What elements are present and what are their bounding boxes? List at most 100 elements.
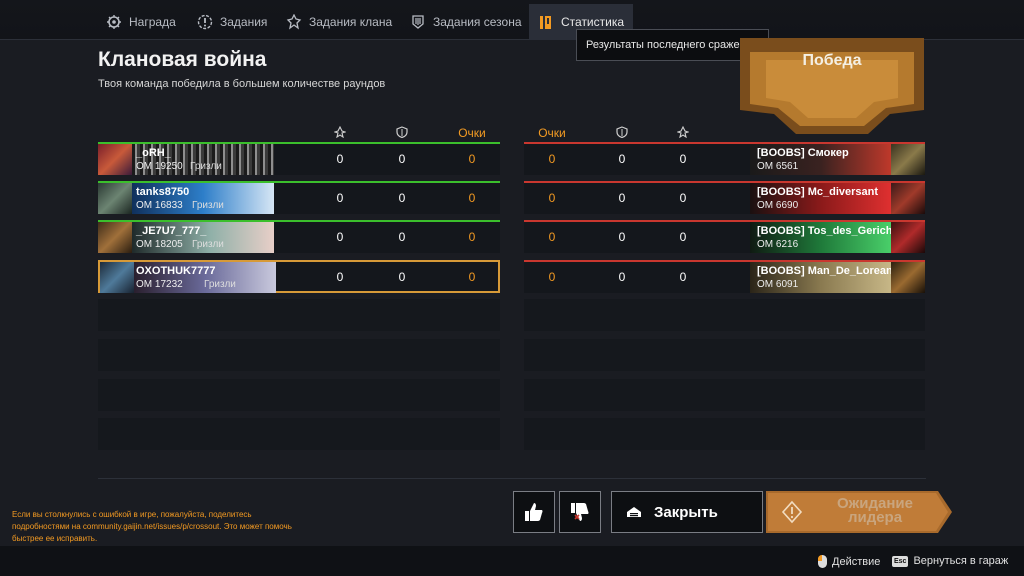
points-value: 0 [468, 152, 476, 166]
player-rating: ОМ 18205 [136, 239, 183, 250]
avatar [98, 222, 132, 253]
column-assists-right [602, 126, 642, 141]
tab-season-tasks[interactable]: Задания сезона [401, 4, 531, 40]
kills-value: 0 [679, 230, 687, 244]
book-icon [538, 14, 554, 30]
thumbs-up-icon [525, 503, 543, 521]
kills-value: 0 [679, 191, 687, 205]
player-rank: Гризли [204, 279, 236, 290]
assists-value: 0 [618, 191, 626, 205]
back-to-garage-hint[interactable]: Esc Вернуться в гараж [892, 555, 1008, 567]
player-rank: Гризли [192, 239, 224, 250]
avatar [98, 183, 132, 214]
team-left-row[interactable]: _JE7U7_777_ ОМ 18205 Гризли 0 0 0 [98, 220, 500, 253]
points-value: 0 [468, 230, 476, 244]
kills-value: 0 [336, 152, 344, 166]
column-points-right: Очки [538, 126, 566, 140]
player-name: tanks8750 [136, 186, 190, 198]
player-rating: ОМ 6690 [757, 200, 799, 211]
tab-label: Статистика [561, 15, 625, 29]
player-rating: ОМ 6216 [757, 239, 799, 250]
column-points: Очки [458, 126, 486, 140]
team-right-row[interactable]: 0 0 0 [BOOBS] Смокер ОМ 6561 [524, 142, 925, 175]
kills-value: 0 [336, 270, 344, 284]
page-title: Клановая война [98, 48, 267, 71]
avatar [891, 183, 925, 214]
player-rating: ОМ 6561 [757, 161, 799, 172]
player-rating: ОМ 17232 [136, 279, 183, 290]
avatar [891, 262, 925, 293]
skull-cross-icon [333, 125, 347, 139]
page-subtitle: Твоя команда победила в большем количест… [98, 78, 386, 90]
close-button-label: Закрыть [654, 503, 718, 521]
assists-value: 0 [618, 270, 626, 284]
shield-icon [396, 126, 408, 139]
waiting-leader-label: Ожидание лидера [836, 495, 913, 526]
team-right-row[interactable]: 0 0 0 [BOOBS] Tos_des_Gericht ОМ 6216 [524, 220, 925, 253]
team-right-row[interactable]: 0 0 0 [BOOBS] Man_De_Lorean ОМ 6091 [524, 260, 925, 293]
tab-reward[interactable]: Награда [97, 4, 185, 40]
player-name: [BOOBS] Man_De_Lorean [757, 265, 893, 277]
error-report-note: Если вы столкнулись с ошибкой в игре, по… [12, 510, 292, 543]
player-rating: ОМ 16833 [136, 200, 183, 211]
empty-slot [524, 299, 925, 331]
action-hint[interactable]: Действие [818, 555, 880, 568]
tab-label: Награда [129, 15, 176, 29]
player-rank: Гризли [190, 161, 222, 172]
kills-value: 0 [679, 270, 687, 284]
action-label: Действие [832, 555, 881, 568]
empty-slot [98, 299, 500, 331]
garage-icon [627, 507, 641, 517]
tab-label: Задания клана [309, 15, 393, 29]
tab-label: Задания сезона [433, 15, 522, 29]
assists-value: 0 [398, 270, 406, 284]
assists-value: 0 [618, 230, 626, 244]
tab-label: Задания [220, 15, 268, 29]
exclamation-gear-icon [197, 14, 213, 30]
empty-slot [98, 418, 500, 450]
player-name: [BOOBS] Tos_des_Gericht [757, 225, 897, 237]
column-kills-right [663, 125, 703, 141]
flame-icon [286, 14, 302, 30]
player-name: _JE7U7_777_ [136, 225, 207, 237]
like-button[interactable] [513, 491, 555, 533]
points-value: 0 [548, 230, 556, 244]
close-button[interactable]: Закрыть [611, 491, 763, 533]
team-left-row-self[interactable]: OXOTHUK7777 ОМ 17232 Гризли 0 0 0 [98, 260, 500, 293]
team-right-row[interactable]: 0 0 0 [BOOBS] Mc_diversant ОМ 6690 [524, 181, 925, 214]
team-left-row[interactable]: _oRH_ ОМ 19250 Гризли 0 0 0 [98, 142, 500, 175]
shield-icon [616, 126, 628, 139]
player-name: _oRH_ [136, 147, 171, 159]
player-name: OXOTHUK7777 [136, 265, 216, 277]
result-label: Победа [802, 52, 862, 69]
points-value: 0 [548, 191, 556, 205]
empty-slot [524, 339, 925, 371]
empty-slot [524, 379, 925, 411]
dislike-button[interactable] [559, 491, 601, 533]
column-assists [382, 126, 422, 141]
thumbs-down-icon [571, 503, 589, 521]
points-value: 0 [548, 152, 556, 166]
assists-value: 0 [398, 152, 406, 166]
skull-cross-icon [676, 125, 690, 139]
player-name: [BOOBS] Mc_diversant [757, 186, 879, 198]
tab-tasks[interactable]: Задания [188, 4, 276, 40]
empty-slot [524, 418, 925, 450]
column-kills [320, 125, 360, 141]
tab-bar: Награда Задания Задания клана Задания се… [0, 0, 1024, 40]
empty-slot [98, 379, 500, 411]
team-left-row[interactable]: tanks8750 ОМ 16833 Гризли 0 0 0 [98, 181, 500, 214]
gear-icon [106, 14, 122, 30]
assists-value: 0 [618, 152, 626, 166]
empty-slot [98, 339, 500, 371]
avatar [891, 222, 925, 253]
points-value: 0 [548, 270, 556, 284]
player-rank: Гризли [192, 200, 224, 211]
player-name: [BOOBS] Смокер [757, 147, 849, 159]
bars-badge-icon [410, 14, 426, 30]
kills-value: 0 [336, 230, 344, 244]
avatar [891, 144, 925, 175]
points-value: 0 [468, 191, 476, 205]
tab-clan-tasks[interactable]: Задания клана [277, 4, 401, 40]
points-value: 0 [468, 270, 476, 284]
